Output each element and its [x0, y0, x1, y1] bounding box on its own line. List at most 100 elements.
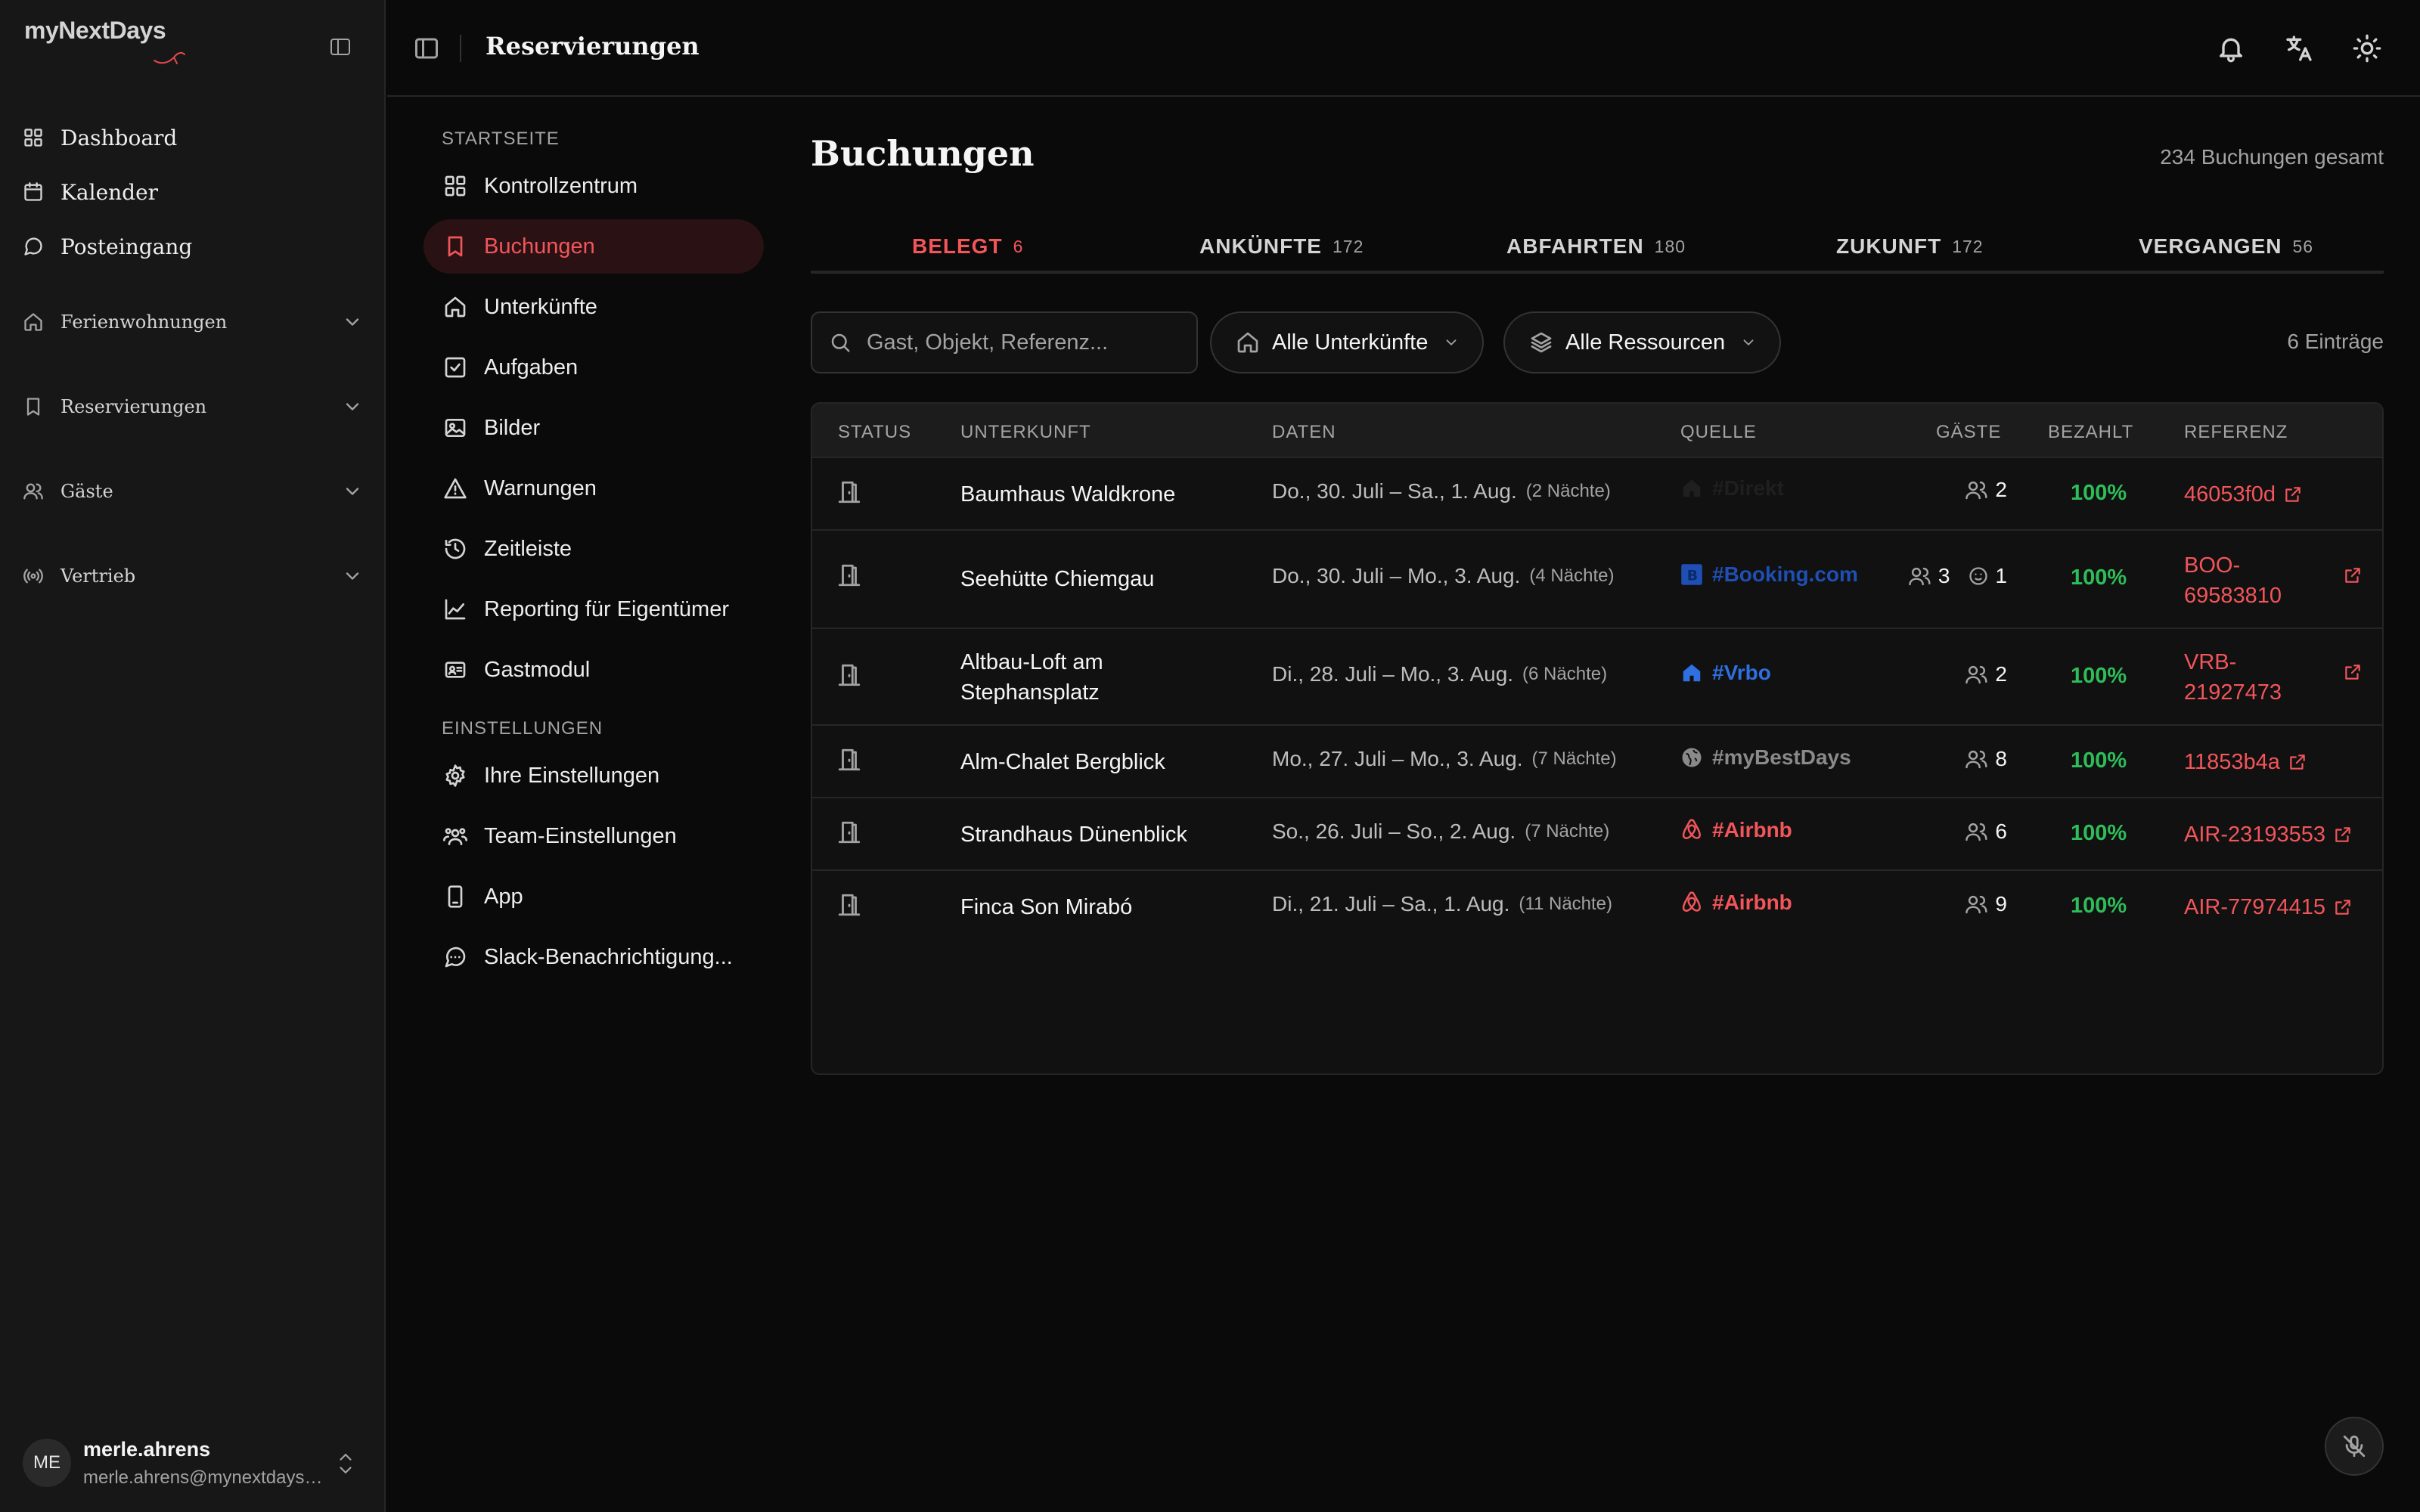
nav-group-reservierungen[interactable]: Reservierungen: [23, 380, 363, 434]
translate-icon[interactable]: [2284, 33, 2314, 64]
search-box: [811, 311, 1198, 373]
table-row[interactable]: Seehütte Chiemgau Do., 30. Juli – Mo., 3…: [812, 531, 2382, 629]
nav-dashboard[interactable]: Dashboard: [23, 110, 192, 165]
reference[interactable]: AIR-77974415: [2184, 892, 2353, 922]
table-row[interactable]: Alm-Chalet Bergblick Mo., 27. Juli – Mo.…: [812, 726, 2382, 798]
source-booking: B #Booking.com: [1680, 562, 1858, 587]
top-bar: Reservierungen: [387, 0, 2420, 97]
tab-belegt[interactable]: BELEGT 6: [912, 219, 1023, 274]
adults: 6: [1995, 820, 2007, 843]
table-header: STATUS UNTERKUNFT DATEN QUELLE GÄSTE BEZ…: [812, 404, 2382, 458]
panel-toggle-icon[interactable]: [413, 35, 440, 62]
nav-kalender[interactable]: Kalender: [23, 165, 192, 219]
subnav-app[interactable]: App: [424, 869, 764, 924]
search-input[interactable]: [867, 330, 1184, 355]
app-logo[interactable]: myNextDays: [24, 17, 191, 65]
adults: 9: [1995, 892, 2007, 916]
property-name[interactable]: Finca Son Mirabó: [960, 892, 1248, 922]
subnav-unterkuenfte[interactable]: Unterkünfte: [424, 280, 764, 334]
mic-off-button[interactable]: [2325, 1417, 2384, 1476]
sun-icon[interactable]: [2352, 33, 2382, 64]
property-filter-label: Alle Unterkünfte: [1272, 330, 1429, 355]
reference[interactable]: 11853b4a: [2184, 747, 2307, 777]
table-row[interactable]: Baumhaus Waldkrone Do., 30. Juli – Sa., …: [812, 458, 2382, 531]
tab-label: BELEGT: [912, 234, 1003, 258]
users-icon: [1965, 894, 1989, 915]
bookings-title: Buchungen: [811, 133, 1035, 174]
property-name[interactable]: Alm-Chalet Bergblick: [960, 747, 1248, 777]
chart-icon: [443, 597, 467, 621]
main-nav: Dashboard Kalender Posteingang: [23, 110, 192, 274]
source-airbnb: #Airbnb: [1680, 818, 1792, 842]
subnav-buchungen[interactable]: Buchungen: [424, 219, 764, 274]
subnav-gastmodul[interactable]: Gastmodul: [424, 643, 764, 697]
source-vrbo: #Vrbo: [1680, 661, 1771, 685]
subnav-warnungen[interactable]: Warnungen: [424, 461, 764, 516]
section-heading: STARTSEITE: [442, 129, 560, 149]
dates-text: Do., 30. Juli – Sa., 1. Aug.: [1272, 479, 1517, 503]
bell-icon[interactable]: [2216, 33, 2246, 64]
checkbox-icon: [443, 355, 467, 380]
external-link-icon: [2283, 485, 2303, 504]
reference[interactable]: BOO-69583810: [2184, 550, 2360, 611]
tab-zukunft[interactable]: ZUKUNFT 172: [1836, 219, 1984, 274]
sidebar-collapse-icon[interactable]: [324, 33, 357, 60]
nav-group-ferienwohnungen[interactable]: Ferienwohnungen: [23, 295, 363, 349]
nav-posteingang[interactable]: Posteingang: [23, 219, 192, 274]
source-label: #Booking.com: [1712, 562, 1858, 586]
column-header: BEZAHLT: [2048, 422, 2134, 442]
dates-text: Di., 28. Juli – Mo., 3. Aug.: [1272, 662, 1514, 686]
subnav-label: Warnungen: [484, 476, 597, 500]
nav-group-vertrieb[interactable]: Vertrieb: [23, 549, 363, 603]
booking-logo-icon: B: [1680, 563, 1703, 586]
avatar: ME: [23, 1439, 71, 1487]
airbnb-icon: [1680, 891, 1703, 914]
logo-text: myNextDays: [24, 17, 166, 44]
property-name[interactable]: Seehütte Chiemgau: [960, 564, 1248, 594]
filter-row: Alle Unterkünfte Alle Ressourcen 6 Eintr…: [811, 311, 2384, 373]
paid-percent: 100%: [2071, 664, 2127, 688]
subnav-label: Bilder: [484, 415, 541, 440]
subnav-label: Buchungen: [484, 234, 595, 259]
nav-group-gaeste[interactable]: Gäste: [23, 464, 363, 519]
reference-text: AIR-23193553: [2184, 823, 2326, 847]
subnav-kontrollzentrum[interactable]: Kontrollzentrum: [424, 159, 764, 213]
paid-percent: 100%: [2071, 565, 2127, 590]
subnav-zeitleiste[interactable]: Zeitleiste: [424, 522, 764, 576]
tab-ankuenfte[interactable]: ANKÜNFTE 172: [1199, 219, 1364, 274]
svg-text:B: B: [1687, 569, 1698, 584]
subnav-slack[interactable]: Slack-Benachrichtigung...: [424, 930, 764, 984]
table-row[interactable]: Finca Son Mirabó Di., 21. Juli – Sa., 1.…: [812, 871, 2382, 943]
external-link-icon: [2343, 662, 2363, 682]
adults: 8: [1995, 747, 2007, 770]
nights-count: (2 Nächte): [1525, 481, 1611, 501]
subnav-bilder[interactable]: Bilder: [424, 401, 764, 455]
tab-abfahrten[interactable]: ABFAHRTEN 180: [1506, 219, 1686, 274]
property-name[interactable]: Strandhaus Dünenblick: [960, 820, 1248, 850]
property-name[interactable]: Altbau-Loft am Stephansplatz: [960, 647, 1248, 708]
guest-count: 31: [1908, 564, 2007, 588]
reference[interactable]: 46053f0d: [2184, 479, 2303, 510]
subnav-reporting[interactable]: Reporting für Eigentümer: [424, 582, 764, 637]
subnav-ihre-einstellungen[interactable]: Ihre Einstellungen: [424, 748, 764, 803]
entries-count: 6 Einträge: [2287, 330, 2384, 353]
chevron-up-down-icon: [336, 1450, 355, 1477]
nights-count: (7 Nächte): [1531, 748, 1617, 769]
table-row[interactable]: Altbau-Loft am Stephansplatz Di., 28. Ju…: [812, 629, 2382, 726]
reference[interactable]: VRB-21927473: [2184, 647, 2360, 708]
user-menu[interactable]: ME merle.ahrens merle.ahrens@mynextdays.…: [23, 1432, 363, 1494]
subnav-team-einstellungen[interactable]: Team-Einstellungen: [424, 809, 764, 863]
property-filter[interactable]: Alle Unterkünfte: [1210, 311, 1485, 373]
table-row[interactable]: Strandhaus Dünenblick So., 26. Juli – So…: [812, 798, 2382, 871]
subnav-aufgaben[interactable]: Aufgaben: [424, 340, 764, 395]
resource-filter[interactable]: Alle Ressourcen: [1503, 311, 1782, 373]
property-name[interactable]: Baumhaus Waldkrone: [960, 479, 1248, 510]
tab-vergangen[interactable]: VERGANGEN 56: [2139, 219, 2313, 274]
reference[interactable]: AIR-23193553: [2184, 820, 2353, 850]
paid-percent: 100%: [2071, 894, 2127, 918]
subnav-label: Aufgaben: [484, 355, 579, 380]
source-label: #Airbnb: [1712, 891, 1792, 914]
reference-text: VRB-21927473: [2184, 650, 2282, 705]
tab-count: 172: [1952, 236, 1984, 256]
gear-icon: [443, 764, 467, 788]
